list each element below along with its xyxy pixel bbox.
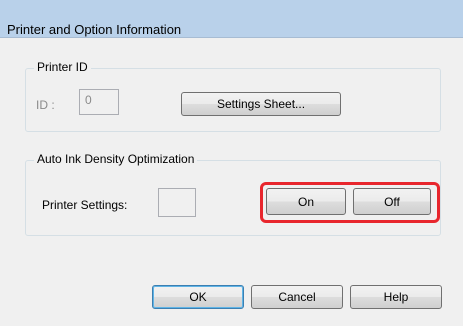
settings-sheet-button[interactable]: Settings Sheet...	[181, 92, 341, 116]
auto-ink-legend: Auto Ink Density Optimization	[34, 152, 198, 166]
printer-settings-label: Printer Settings:	[42, 198, 128, 212]
printer-id-legend: Printer ID	[34, 60, 91, 74]
id-field[interactable]: 0	[79, 89, 119, 115]
printer-settings-field	[158, 188, 196, 217]
cancel-button-label: Cancel	[278, 290, 316, 304]
off-button-label: Off	[384, 194, 400, 209]
ok-button-label: OK	[189, 290, 207, 304]
cancel-button[interactable]: Cancel	[251, 285, 343, 309]
on-button-label: On	[297, 194, 314, 209]
dialog-body: Printer ID ID : 0 Settings Sheet... Auto…	[0, 38, 463, 326]
on-button[interactable]: On	[266, 188, 346, 215]
settings-sheet-button-label: Settings Sheet...	[216, 97, 306, 111]
help-button[interactable]: Help	[350, 285, 442, 309]
window-title: Printer and Option Information	[7, 22, 182, 37]
ok-button[interactable]: OK	[152, 285, 244, 309]
id-label: ID :	[36, 98, 55, 112]
id-value: 0	[85, 93, 92, 107]
off-button[interactable]: Off	[353, 188, 431, 215]
title-bar[interactable]: Printer and Option Information	[0, 0, 463, 38]
help-button-label: Help	[383, 290, 409, 304]
